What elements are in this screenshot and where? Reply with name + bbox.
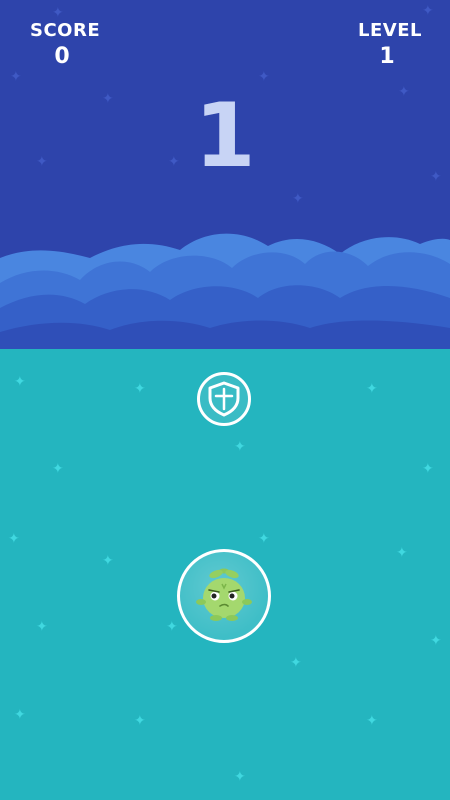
star-icon: ✦	[366, 381, 378, 397]
star-icon: ✦	[8, 531, 20, 547]
player-bubble[interactable]	[177, 549, 271, 643]
star-icon: ✦	[10, 69, 22, 85]
game-screen[interactable]: ✦ ✦ ✦ ✦ ✦ ✦ ✦ ✦ ✦ ✦ SCORE 0 LEVEL 1 1 ✦ …	[0, 0, 450, 800]
star-icon: ✦	[290, 655, 302, 671]
star-icon: ✦	[166, 619, 178, 635]
star-icon: ✦	[292, 191, 304, 207]
star-icon: ✦	[234, 769, 246, 785]
cloud-layer	[0, 233, 450, 350]
star-icon: ✦	[422, 461, 434, 477]
shield-icon	[208, 381, 240, 417]
star-icon: ✦	[102, 553, 114, 569]
star-icon: ✦	[396, 545, 408, 561]
shield-powerup[interactable]	[197, 372, 251, 426]
level-label: LEVEL	[358, 20, 422, 41]
star-icon: ✦	[234, 439, 246, 455]
score-label: SCORE	[30, 20, 101, 41]
green-creature-icon	[196, 568, 252, 621]
star-icon: ✦	[258, 69, 270, 85]
level-value: 1	[379, 44, 395, 69]
star-icon: ✦	[366, 713, 378, 729]
star-icon: ✦	[14, 707, 26, 723]
star-icon: ✦	[422, 3, 434, 19]
star-icon: ✦	[430, 633, 442, 649]
star-icon: ✦	[258, 531, 270, 547]
score-value: 0	[54, 44, 70, 69]
star-icon: ✦	[52, 461, 64, 477]
countdown-number: 1	[194, 84, 256, 187]
star-icon: ✦	[14, 374, 26, 390]
star-icon: ✦	[134, 713, 146, 729]
star-icon: ✦	[134, 381, 146, 397]
sky-area: ✦ ✦ ✦ ✦ ✦ ✦ ✦ ✦ ✦ ✦ SCORE 0 LEVEL 1 1	[0, 0, 450, 350]
star-icon: ✦	[36, 619, 48, 635]
star-icon: ✦	[52, 5, 64, 21]
